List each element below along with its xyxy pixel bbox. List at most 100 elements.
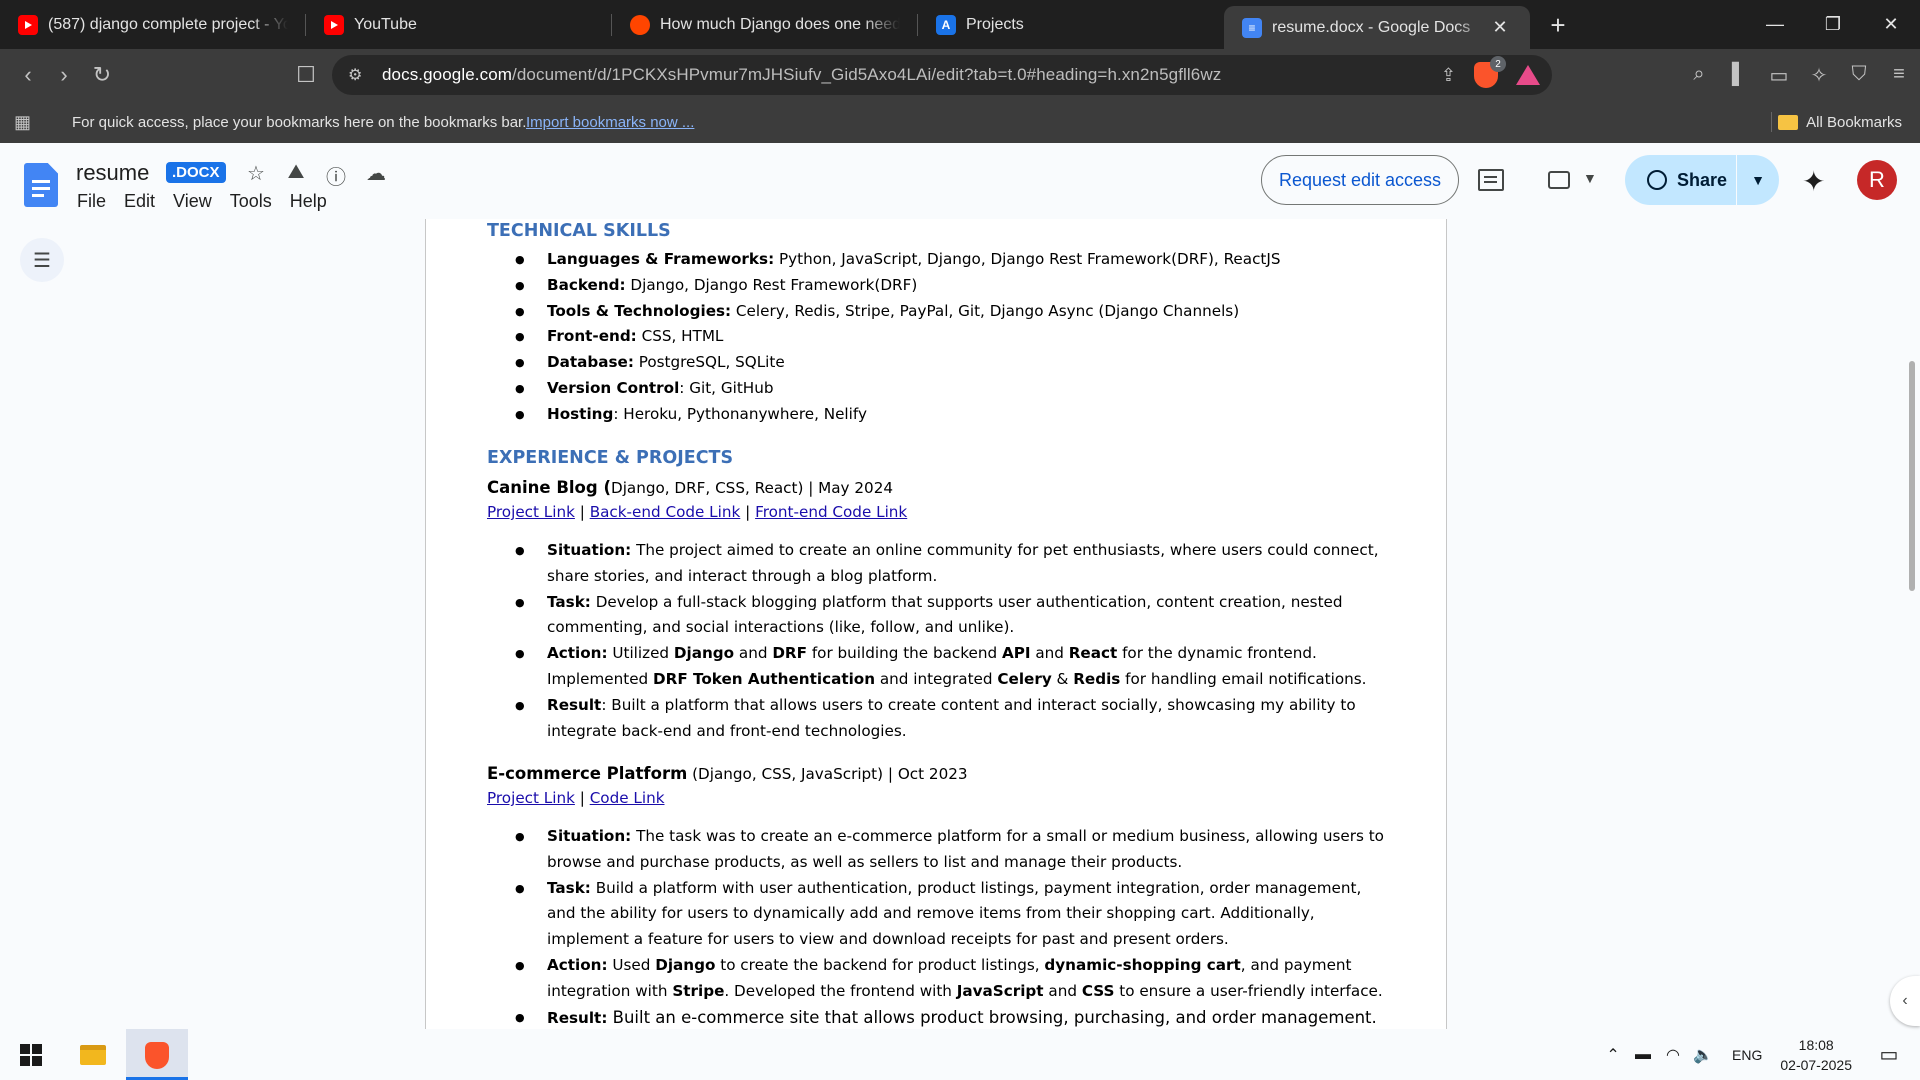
star-keyword: Redis <box>1073 669 1121 688</box>
wifi-icon[interactable]: ◠ <box>1658 1045 1688 1065</box>
star-label: Situation: <box>547 541 632 559</box>
cloud-status-icon[interactable]: ☁ <box>364 161 388 190</box>
meet-dropdown-icon[interactable]: ▼ <box>1583 170 1597 186</box>
file-explorer-icon[interactable] <box>74 1036 112 1074</box>
skill-label: Backend: <box>547 275 626 294</box>
leo-ai-icon[interactable]: ✧ <box>1808 63 1830 88</box>
star-text: to ensure a user-friendly interface. <box>1114 981 1383 1000</box>
skill-item: Languages & Frameworks: Python, JavaScri… <box>487 247 1387 273</box>
browser-tab[interactable]: YouTube <box>306 0 612 49</box>
star-situation: Situation: The task was to create an e-c… <box>487 824 1387 876</box>
share-page-icon[interactable]: ⇪ <box>1441 65 1456 86</box>
document-title[interactable]: resume <box>76 160 149 186</box>
url-path: /document/d/1PCKXsHPvmur7mJHSiufv_Gid5Ax… <box>512 65 1222 84</box>
reader-mode-icon[interactable]: ⌕ <box>1688 63 1710 88</box>
tab-close-icon[interactable]: ✕ <box>1488 16 1512 40</box>
star-text: Utilized <box>607 644 674 663</box>
chevron-up-icon[interactable]: ⌃ <box>1598 1045 1628 1065</box>
address-bar[interactable]: ⚙ docs.google.com/document/d/1PCKXsHPvmu… <box>332 55 1552 95</box>
menu-view[interactable]: View <box>164 189 221 214</box>
minimize-button[interactable]: — <box>1746 0 1804 49</box>
link-separator: | <box>740 503 756 521</box>
google-docs-logo-icon[interactable] <box>24 163 58 207</box>
volume-icon[interactable]: 🔈 <box>1688 1045 1718 1065</box>
gemini-icon[interactable]: ✦ <box>1802 165 1825 198</box>
menu-file[interactable]: File <box>68 189 115 214</box>
forward-button[interactable]: › <box>46 57 82 93</box>
shields-count-badge: 2 <box>1490 56 1506 72</box>
restore-button[interactable]: ❐ <box>1804 0 1862 49</box>
vpn-icon[interactable]: ⛉ <box>1848 63 1870 88</box>
section-heading-experience: EXPERIENCE & PROJECTS <box>487 448 734 468</box>
skill-label: Tools & Technologies: <box>547 301 732 320</box>
star-label: Situation: <box>547 827 632 845</box>
close-window-button[interactable]: ✕ <box>1862 0 1920 49</box>
system-tray: ⌃ ▬ ◠ 🔈 ENG 18:08 02-07-2025 ▭ <box>1598 1029 1920 1080</box>
reload-button[interactable]: ↻ <box>84 57 120 93</box>
details-info-icon[interactable]: ⓘ <box>324 161 348 190</box>
reddit-icon <box>630 14 650 35</box>
browser-tab-active[interactable]: ≡ resume.docx - Google Docs ✕ <box>1224 6 1530 49</box>
document-scrollbar[interactable] <box>1904 219 1920 1029</box>
star-icon[interactable]: ☆ <box>244 161 268 190</box>
star-result: Result: Built a platform that allows use… <box>487 693 1387 745</box>
star-text: Built an e-commerce site that allows pro… <box>607 1007 1377 1027</box>
apps-grid-icon[interactable]: ▦ <box>14 112 31 133</box>
bookmarks-divider <box>1771 112 1772 132</box>
folder-icon <box>1778 114 1799 130</box>
comments-icon[interactable] <box>1478 169 1504 191</box>
notifications-icon[interactable]: ▭ <box>1874 1042 1904 1067</box>
browser-tab[interactable]: How much Django does one need to <box>612 0 918 49</box>
project-title-line: E-commerce Platform (Django, CSS, JavaSc… <box>487 761 1387 788</box>
project-link[interactable]: Project Link <box>487 503 575 521</box>
document-outline-icon[interactable]: ☰ <box>20 238 64 282</box>
youtube-icon <box>324 14 344 35</box>
browser-tab[interactable]: A Projects <box>918 0 1224 49</box>
document-canvas: ☰ TECHNICAL SKILLS Languages & Framework… <box>0 219 1920 1029</box>
menu-help[interactable]: Help <box>281 189 336 214</box>
brave-shields-icon[interactable]: 2 <box>1474 56 1506 88</box>
menu-tools[interactable]: Tools <box>221 189 281 214</box>
brave-rewards-icon[interactable] <box>1516 65 1540 85</box>
input-language[interactable]: ENG <box>1732 1047 1762 1063</box>
share-dropdown-icon[interactable]: ▼ <box>1737 172 1779 188</box>
url-text[interactable]: docs.google.com/document/d/1PCKXsHPvmur7… <box>382 65 1221 85</box>
wallet-icon[interactable]: ▭ <box>1768 63 1790 88</box>
meet-camera-icon[interactable] <box>1548 171 1570 189</box>
all-bookmarks-button[interactable]: All Bookmarks <box>1778 114 1902 131</box>
skill-label: Version Control <box>547 378 680 397</box>
site-info-icon[interactable]: ⚙ <box>348 65 362 85</box>
taskbar-clock[interactable]: 18:08 02-07-2025 <box>1780 1035 1852 1075</box>
menu-icon[interactable]: ≡ <box>1888 63 1910 88</box>
frontend-code-link[interactable]: Front-end Code Link <box>755 503 907 521</box>
sidebar-icon[interactable]: ▌ <box>1728 63 1750 88</box>
backend-code-link[interactable]: Back-end Code Link <box>590 503 741 521</box>
browser-tab[interactable]: (587) django complete project - YouT <box>0 0 306 49</box>
project-link[interactable]: Project Link <box>487 789 575 807</box>
back-button[interactable]: ‹ <box>10 57 46 93</box>
docs-header: resume .DOCX ☆ ⛰ ⓘ ☁ File Edit View Tool… <box>0 143 1920 219</box>
share-button[interactable]: Share <box>1625 155 1737 205</box>
star-label: Result: <box>547 1008 608 1027</box>
account-avatar[interactable]: R <box>1857 160 1897 200</box>
brave-browser-icon[interactable] <box>138 1036 176 1074</box>
scrollbar-thumb[interactable] <box>1909 361 1915 591</box>
star-text: . Developed the frontend with <box>724 981 957 1000</box>
move-to-drive-icon[interactable]: ⛰ <box>284 161 308 190</box>
windows-start-icon[interactable] <box>20 1044 42 1066</box>
code-link[interactable]: Code Link <box>590 789 665 807</box>
url-host: docs.google.com <box>382 65 513 84</box>
request-edit-access-button[interactable]: Request edit access <box>1261 155 1459 205</box>
star-label: Task: <box>547 592 591 611</box>
window-controls: — ❐ ✕ <box>1746 0 1920 49</box>
import-bookmarks-link[interactable]: Import bookmarks now ... <box>526 114 694 131</box>
browser-toolbar: ‹ › ↻ ☐ ⚙ docs.google.com/document/d/1PC… <box>0 49 1920 101</box>
star-text: Build a platform with user authenticatio… <box>547 878 1362 949</box>
bookmark-page-icon[interactable]: ☐ <box>288 57 324 93</box>
project-links: Project Link | Code Link <box>487 786 1387 812</box>
new-tab-button[interactable]: + <box>1536 3 1580 47</box>
skill-label: Hosting <box>547 404 614 423</box>
star-text: and <box>734 644 773 663</box>
battery-icon[interactable]: ▬ <box>1628 1046 1658 1064</box>
menu-edit[interactable]: Edit <box>115 189 164 214</box>
